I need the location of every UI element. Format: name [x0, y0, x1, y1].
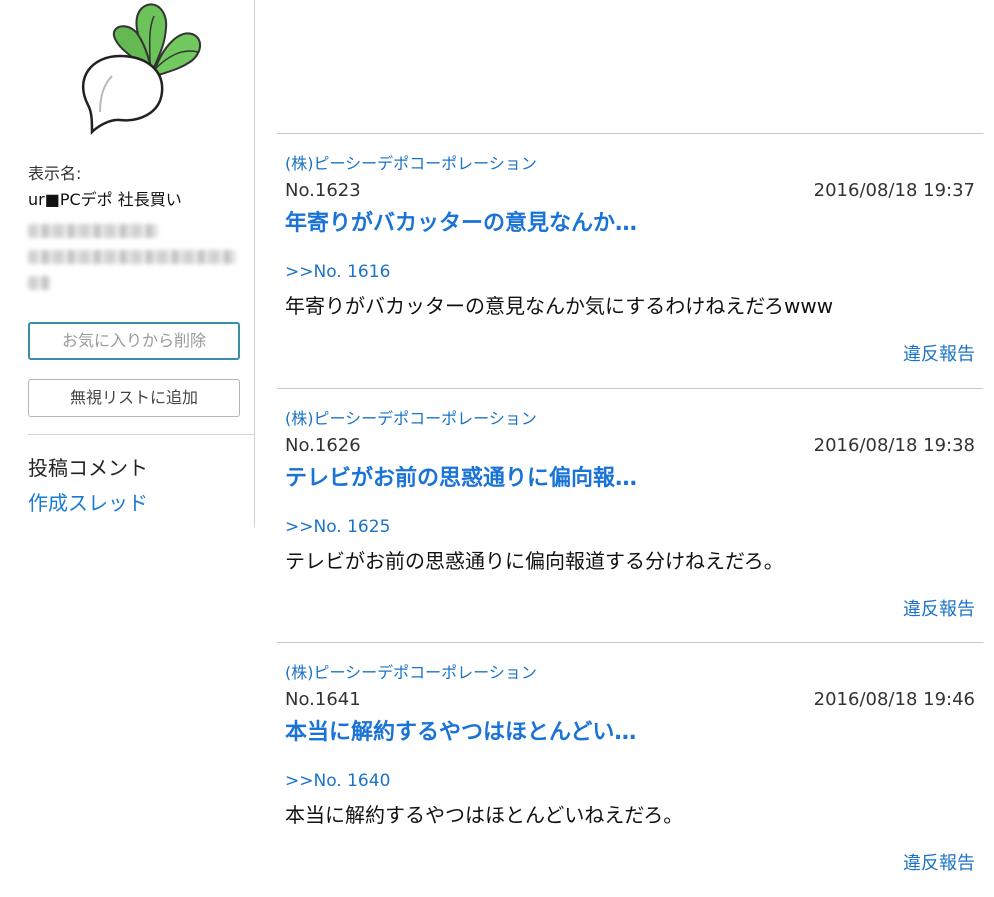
- report-link[interactable]: 違反報告: [903, 595, 975, 621]
- company-link[interactable]: (株)ピーシーデポコーポレーション: [285, 659, 537, 683]
- profile-sidebar: 表示名: ur■PCデポ 社長買い お気に入りから削除 無視リストに追加 投稿コ…: [0, 0, 255, 527]
- post-item: (株)ピーシーデポコーポレーション No.1626 2016/08/18 19:…: [277, 388, 983, 643]
- add-ignore-list-button[interactable]: 無視リストに追加: [28, 379, 240, 417]
- post-title-link[interactable]: 本当に解約するやつはほとんどい…: [285, 714, 636, 746]
- turnip-avatar-icon: [82, 3, 201, 135]
- blurred-text-line: [28, 250, 236, 264]
- post-body: 本当に解約するやつはほとんどいねえだろ。: [285, 803, 684, 827]
- report-link[interactable]: 違反報告: [903, 340, 975, 366]
- remove-favorite-button[interactable]: お気に入りから削除: [28, 322, 240, 360]
- post-datetime: 2016/08/18 19:38: [813, 435, 975, 456]
- post-item: (株)ピーシーデポコーポレーション No.1641 2016/08/18 19:…: [277, 642, 983, 897]
- company-link[interactable]: (株)ピーシーデポコーポレーション: [285, 150, 537, 174]
- posted-comments-link[interactable]: 投稿コメント: [28, 452, 148, 481]
- display-name-label: 表示名:: [28, 164, 82, 183]
- post-body: 年寄りがバカッターの意見なんか気にするわけねえだろwww: [285, 294, 834, 318]
- post-title-link[interactable]: テレビがお前の思惑通りに偏向報…: [285, 460, 637, 492]
- reply-to-link[interactable]: >>No. 1616: [285, 262, 390, 282]
- blurred-text-line: [28, 224, 158, 238]
- reply-to-link[interactable]: >>No. 1625: [285, 517, 390, 537]
- post-datetime: 2016/08/18 19:46: [813, 689, 975, 710]
- display-name-value: ur■PCデポ 社長買い: [28, 190, 182, 209]
- divider: [28, 434, 254, 435]
- post-number: No.1641: [285, 689, 361, 710]
- post-number: No.1623: [285, 180, 361, 201]
- post-body: テレビがお前の思惑通りに偏向報道する分けねえだろ。: [285, 549, 784, 573]
- reply-to-link[interactable]: >>No. 1640: [285, 771, 390, 791]
- company-link[interactable]: (株)ピーシーデポコーポレーション: [285, 405, 537, 429]
- post-title-link[interactable]: 年寄りがバカッターの意見なんか…: [285, 205, 637, 237]
- report-link[interactable]: 違反報告: [903, 849, 975, 875]
- post-number: No.1626: [285, 435, 361, 456]
- blurred-text-line: [28, 276, 50, 290]
- post-datetime: 2016/08/18 19:37: [813, 180, 975, 201]
- created-threads-link[interactable]: 作成スレッド: [28, 487, 148, 516]
- post-item: (株)ピーシーデポコーポレーション No.1623 2016/08/18 19:…: [277, 133, 983, 388]
